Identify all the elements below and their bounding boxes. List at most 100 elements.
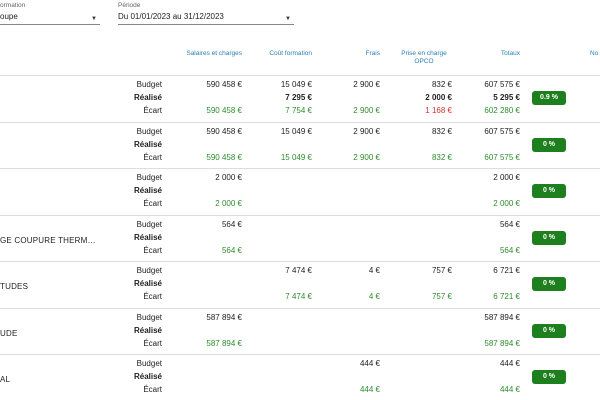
row-label-ecart: Écart — [143, 153, 162, 162]
cell-ecart-opco: 1 168 € — [425, 106, 452, 115]
column-header-non-subventionne[interactable]: No s — [590, 50, 600, 66]
cell-budget-tot: 564 € — [499, 220, 520, 229]
cell-ecart-cout: 7 754 € — [285, 106, 312, 115]
row-label-ecart: Écart — [143, 106, 162, 115]
table-row[interactable]: AL Budget 444 € 444 € Réalisé Écart 444 € 444 €… — [0, 354, 600, 400]
formation-filter-label: ormation — [0, 2, 26, 9]
status-badge: 0 % — [532, 184, 566, 198]
row-label-budget: Budget — [136, 173, 162, 182]
cell-budget-frais: 2 900 € — [353, 127, 380, 136]
formation-name[interactable]: UDE — [0, 329, 18, 338]
row-divider — [0, 308, 600, 309]
status-badge: 0 % — [532, 370, 566, 384]
column-header-totaux[interactable]: Totaux — [470, 50, 520, 58]
cell-ecart-sal: 587 894 € — [206, 339, 242, 348]
column-header-nonsub-line1: No — [590, 50, 599, 57]
row-label-budget: Budget — [136, 127, 162, 136]
row-label-ecart: Écart — [143, 339, 162, 348]
formation-select[interactable]: oupe ▼ — [0, 11, 100, 25]
status-badge: 0 % — [532, 138, 566, 152]
periode-select-value: Du 01/01/2023 au 31/12/2023 — [118, 12, 224, 21]
formation-name[interactable]: AL — [0, 375, 10, 384]
row-divider — [0, 354, 600, 355]
cell-realise-cout: 7 295 € — [285, 93, 312, 102]
table-row[interactable]: GE COUPURE THERM… Budget 564 € 564 € Réalisé… — [0, 215, 600, 261]
cell-ecart-tot: 444 € — [499, 385, 520, 394]
cell-budget-cout: 7 474 € — [285, 266, 312, 275]
cell-budget-opco: 832 € — [431, 127, 452, 136]
row-label-realise: Réalisé — [133, 326, 162, 335]
status-badge: 0 % — [532, 277, 566, 291]
row-label-realise: Réalisé — [133, 279, 162, 288]
cell-ecart-sal: 590 458 € — [206, 153, 242, 162]
column-header-cout-formation[interactable]: Coût formation — [248, 50, 312, 58]
caret-down-icon[interactable]: ▼ — [285, 13, 291, 25]
cell-ecart-sal: 564 € — [221, 246, 242, 255]
row-divider — [0, 122, 600, 123]
row-divider — [0, 75, 600, 76]
formation-name[interactable]: GE COUPURE THERM… — [0, 236, 96, 245]
column-header-opco[interactable]: Prise en charge OPCO — [396, 50, 452, 66]
caret-down-icon[interactable]: ▼ — [91, 13, 97, 25]
cell-budget-tot: 444 € — [499, 359, 520, 368]
formation-name[interactable]: TUDES — [0, 282, 28, 291]
row-label-realise: Réalisé — [133, 93, 162, 102]
cell-budget-tot: 607 575 € — [484, 80, 520, 89]
periode-select[interactable]: Du 01/01/2023 au 31/12/2023 ▼ — [118, 11, 294, 25]
cell-budget-frais: 4 € — [368, 266, 380, 275]
cell-budget-cout: 15 049 € — [280, 127, 312, 136]
cell-budget-sal: 590 458 € — [206, 127, 242, 136]
cell-ecart-cout: 15 049 € — [280, 153, 312, 162]
cell-budget-tot: 2 000 € — [493, 173, 520, 182]
cell-budget-sal: 587 894 € — [206, 313, 242, 322]
periode-filter-label: Période — [118, 2, 141, 9]
table-row[interactable]: Budget 2 000 € 2 000 € Réalisé Écart 2 000 € 2… — [0, 168, 600, 214]
row-label-budget: Budget — [136, 266, 162, 275]
row-divider — [0, 168, 600, 169]
cell-budget-tot: 6 721 € — [493, 266, 520, 275]
row-label-ecart: Écart — [143, 385, 162, 394]
column-header-frais[interactable]: Frais — [330, 50, 380, 58]
row-label-realise: Réalisé — [133, 372, 162, 381]
cell-realise-opco: 2 000 € — [425, 93, 452, 102]
row-label-budget: Budget — [136, 359, 162, 368]
cell-ecart-tot: 607 575 € — [484, 153, 520, 162]
cell-ecart-tot: 2 000 € — [493, 199, 520, 208]
cell-ecart-sal: 590 458 € — [206, 106, 242, 115]
cell-budget-opco: 832 € — [431, 80, 452, 89]
cell-budget-opco: 757 € — [431, 266, 452, 275]
cell-budget-sal: 590 458 € — [206, 80, 242, 89]
table-row[interactable]: Budget 590 458 € 15 049 € 2 900 € 832 € 607 5… — [0, 75, 600, 121]
formation-select-value: oupe — [0, 12, 18, 21]
cell-budget-tot: 587 894 € — [484, 313, 520, 322]
row-label-ecart: Écart — [143, 199, 162, 208]
status-badge: 0.9 % — [532, 91, 566, 105]
cell-budget-tot: 607 575 € — [484, 127, 520, 136]
cell-realise-tot: 5 295 € — [493, 93, 520, 102]
cell-budget-frais: 444 € — [359, 359, 380, 368]
row-label-budget: Budget — [136, 220, 162, 229]
row-divider — [0, 215, 600, 216]
cell-ecart-frais: 4 € — [368, 292, 380, 301]
column-header-salaires[interactable]: Salaires et charges — [168, 50, 242, 58]
cell-ecart-frais: 2 900 € — [353, 106, 380, 115]
table-row[interactable]: UDE Budget 587 894 € 587 894 € Réalisé Écart 5… — [0, 308, 600, 354]
status-badge: 0 % — [532, 324, 566, 338]
row-label-realise: Réalisé — [133, 186, 162, 195]
row-divider — [0, 261, 600, 262]
table-row[interactable]: TUDES Budget 7 474 € 4 € 757 € 6 721 € Réalisé… — [0, 261, 600, 307]
row-label-realise: Réalisé — [133, 233, 162, 242]
cell-budget-sal: 2 000 € — [215, 173, 242, 182]
column-header-opco-line1: Prise en charge — [401, 50, 447, 57]
row-label-budget: Budget — [136, 80, 162, 89]
cell-ecart-tot: 602 280 € — [484, 106, 520, 115]
cell-ecart-tot: 6 721 € — [493, 292, 520, 301]
cell-ecart-sal: 2 000 € — [215, 199, 242, 208]
table-row[interactable]: Budget 590 458 € 15 049 € 2 900 € 832 € 607 5… — [0, 122, 600, 168]
cell-ecart-opco: 832 € — [431, 153, 452, 162]
cell-budget-sal: 564 € — [221, 220, 242, 229]
cell-ecart-frais: 444 € — [359, 385, 380, 394]
cell-ecart-tot: 587 894 € — [484, 339, 520, 348]
row-label-ecart: Écart — [143, 292, 162, 301]
cell-budget-cout: 15 049 € — [280, 80, 312, 89]
